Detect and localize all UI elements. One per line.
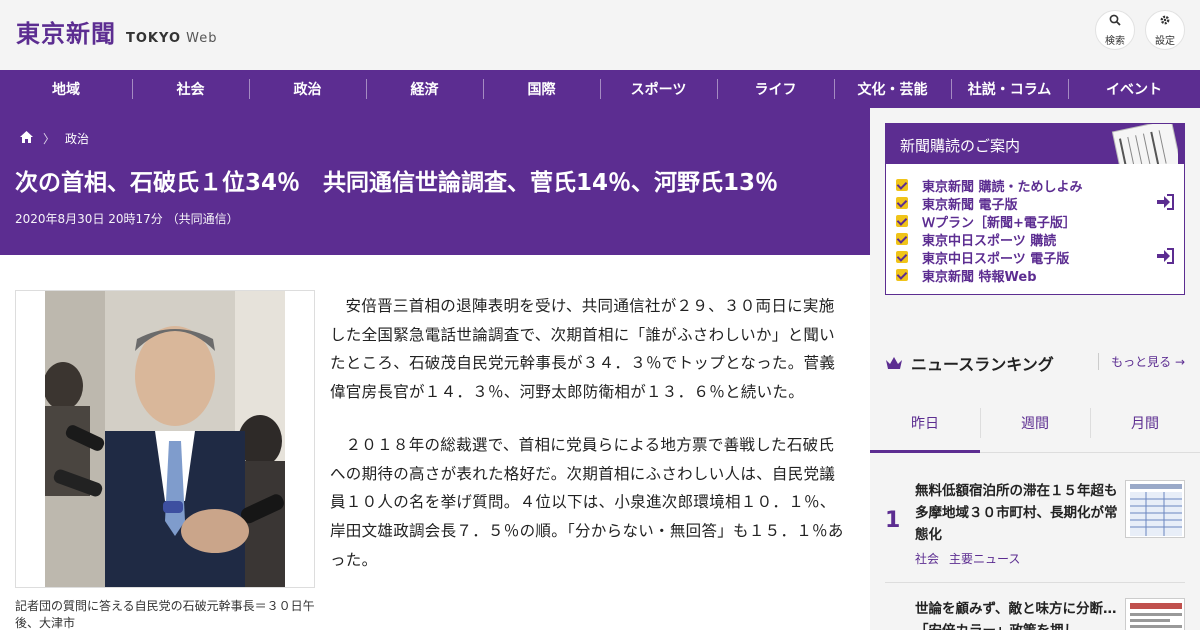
checkbox-icon (896, 233, 908, 245)
article-dateline: 2020年8月30日 20時17分 （共同通信） (15, 212, 239, 226)
search-label: 検索 (1105, 35, 1125, 47)
subscription-item[interactable]: Ｗプラン［新聞+電子版］ (896, 212, 1174, 231)
photo-caption: 記者団の質問に答える自民党の石破元幹事長＝３０日午後、大津市 (15, 599, 315, 630)
tab-monthly[interactable]: 月間 (1090, 393, 1200, 452)
ranking-item-categories: 社会 主要ニュース (915, 550, 1020, 567)
checkbox-icon (896, 197, 908, 209)
logo-english-light: Web (186, 31, 218, 46)
ranking-header: ニュースランキング もっと見る → (885, 351, 1185, 375)
article-paragraph: ２０１８年の総裁選で、首相に党員らによる地方票で善戦した石破氏への期待の高さが表… (330, 435, 844, 569)
breadcrumb-separator: 〉 (43, 132, 56, 146)
nav-item-sports[interactable]: スポーツ (600, 70, 717, 108)
subscription-title: 新聞購読のご案内 (900, 137, 1021, 155)
subscription-item[interactable]: 東京新聞 特報Web (896, 266, 1174, 285)
settings-label: 設定 (1155, 35, 1175, 47)
logo-english: TOKYO Web (126, 31, 217, 46)
breadcrumb: 〉 政治 (20, 130, 89, 147)
ranking-item[interactable]: 世論を顧みず、敵と味方に分断…「安倍カラー」政策を押し (885, 596, 1185, 630)
ranking-item[interactable]: 1 無料低額宿泊所の滞在１５年超も 多摩地域３０市町村、長期化が常態化 社会 主要… (885, 476, 1185, 576)
checkbox-icon (896, 269, 908, 281)
ranking-thumbnail[interactable] (1125, 480, 1185, 538)
article-paragraph: 安倍晋三首相の退陣表明を受け、共同通信社が２９、３０両日に実施した全国緊急電話世… (330, 297, 836, 402)
ranking-more-label: もっと見る (1111, 355, 1172, 369)
arrow-right-icon: → (1174, 355, 1185, 369)
nav-item-international[interactable]: 国際 (483, 70, 600, 108)
subscription-item-label: 東京中日スポーツ 電子版 (922, 251, 1070, 267)
settings-button[interactable]: 設定 (1145, 10, 1185, 50)
subscription-item-label: 東京新聞 電子版 (922, 197, 1018, 213)
ranking-divider (885, 582, 1185, 583)
search-icon (1109, 14, 1121, 29)
login-icon[interactable] (1156, 194, 1174, 214)
subscription-box: 新聞購読のご案内 東京新聞 購読・ためしよみ 東京新聞 電子版 Ｗプラン［新聞+… (885, 123, 1185, 295)
subscription-item-label: 東京新聞 特報Web (922, 269, 1037, 285)
subscription-list: 東京新聞 購読・ためしよみ 東京新聞 電子版 Ｗプラン［新聞+電子版］ 東京中日… (886, 164, 1184, 285)
sidebar: 新聞購読のご案内 東京新聞 購読・ためしよみ 東京新聞 電子版 Ｗプラン［新聞+… (870, 108, 1200, 630)
breadcrumb-section[interactable]: 政治 (65, 130, 89, 147)
subscription-item-label: 東京新聞 購読・ためしよみ (922, 179, 1083, 195)
ranking-title: ニュースランキング (911, 355, 1054, 374)
nav-item-events[interactable]: イベント (1068, 70, 1200, 108)
checkbox-icon (896, 215, 908, 227)
subscription-item[interactable]: 東京中日スポーツ 電子版 (896, 248, 1174, 268)
ranking-item-title[interactable]: 世論を顧みず、敵と味方に分断…「安倍カラー」政策を押し (915, 598, 1120, 630)
site-logo[interactable]: 東京新聞 TOKYO Web (16, 14, 217, 49)
article-headline: 次の首相、石破氏１位34％ 共同通信世論調査、菅氏14％、河野氏13％ (15, 170, 779, 196)
newspaper-illustration (1111, 124, 1178, 164)
category-tag[interactable]: 主要ニュース (949, 552, 1020, 566)
article-photo-frame (15, 290, 315, 588)
site-header: 東京新聞 TOKYO Web 検索 設定 (0, 0, 1200, 70)
article-header: 〉 政治 次の首相、石破氏１位34％ 共同通信世論調査、菅氏14％、河野氏13％… (0, 108, 870, 255)
subscription-item[interactable]: 東京新聞 購読・ためしよみ (896, 176, 1174, 195)
nav-item-life[interactable]: ライフ (717, 70, 834, 108)
article-body: 安倍晋三首相の退陣表明を受け、共同通信社が２９、３０両日に実施した全国緊急電話世… (330, 292, 850, 598)
subscription-item-label: Ｗプラン［新聞+電子版］ (922, 215, 1076, 231)
nav-item-region[interactable]: 地域 (0, 70, 132, 108)
nav-item-politics[interactable]: 政治 (249, 70, 366, 108)
subscription-item-label: 東京中日スポーツ 購読 (922, 233, 1057, 249)
nav-item-economy[interactable]: 経済 (366, 70, 483, 108)
checkbox-icon (896, 251, 908, 263)
tab-weekly[interactable]: 週間 (980, 393, 1090, 452)
gear-icon (1159, 14, 1171, 29)
article-photo[interactable] (45, 291, 285, 587)
tab-yesterday[interactable]: 昨日 (870, 393, 980, 453)
nav-item-society[interactable]: 社会 (132, 70, 249, 108)
nav-item-editorial[interactable]: 社説・コラム (951, 70, 1068, 108)
home-icon[interactable] (20, 131, 33, 146)
crown-icon (886, 357, 902, 369)
ranking-number: 1 (885, 508, 901, 533)
category-tag[interactable]: 社会 (915, 552, 939, 566)
subscription-item[interactable]: 東京新聞 電子版 (896, 194, 1174, 214)
logo-japanese: 東京新聞 (16, 19, 116, 48)
subscription-header: 新聞購読のご案内 (886, 124, 1184, 164)
ranking-item-title[interactable]: 無料低額宿泊所の滞在１５年超も 多摩地域３０市町村、長期化が常態化 (915, 480, 1131, 546)
ranking-tabs: 昨日 週間 月間 (870, 393, 1200, 453)
search-button[interactable]: 検索 (1095, 10, 1135, 50)
main-nav: 地域 社会 政治 経済 国際 スポーツ ライフ 文化・芸能 社説・コラム イベン… (0, 70, 1200, 108)
logo-english-bold: TOKYO (126, 31, 181, 46)
subscription-item[interactable]: 東京中日スポーツ 購読 (896, 230, 1174, 249)
ranking-more-link[interactable]: もっと見る → (1098, 353, 1185, 370)
nav-item-culture[interactable]: 文化・芸能 (834, 70, 951, 108)
login-icon[interactable] (1156, 248, 1174, 268)
checkbox-icon (896, 179, 908, 191)
ranking-thumbnail[interactable] (1125, 598, 1185, 630)
